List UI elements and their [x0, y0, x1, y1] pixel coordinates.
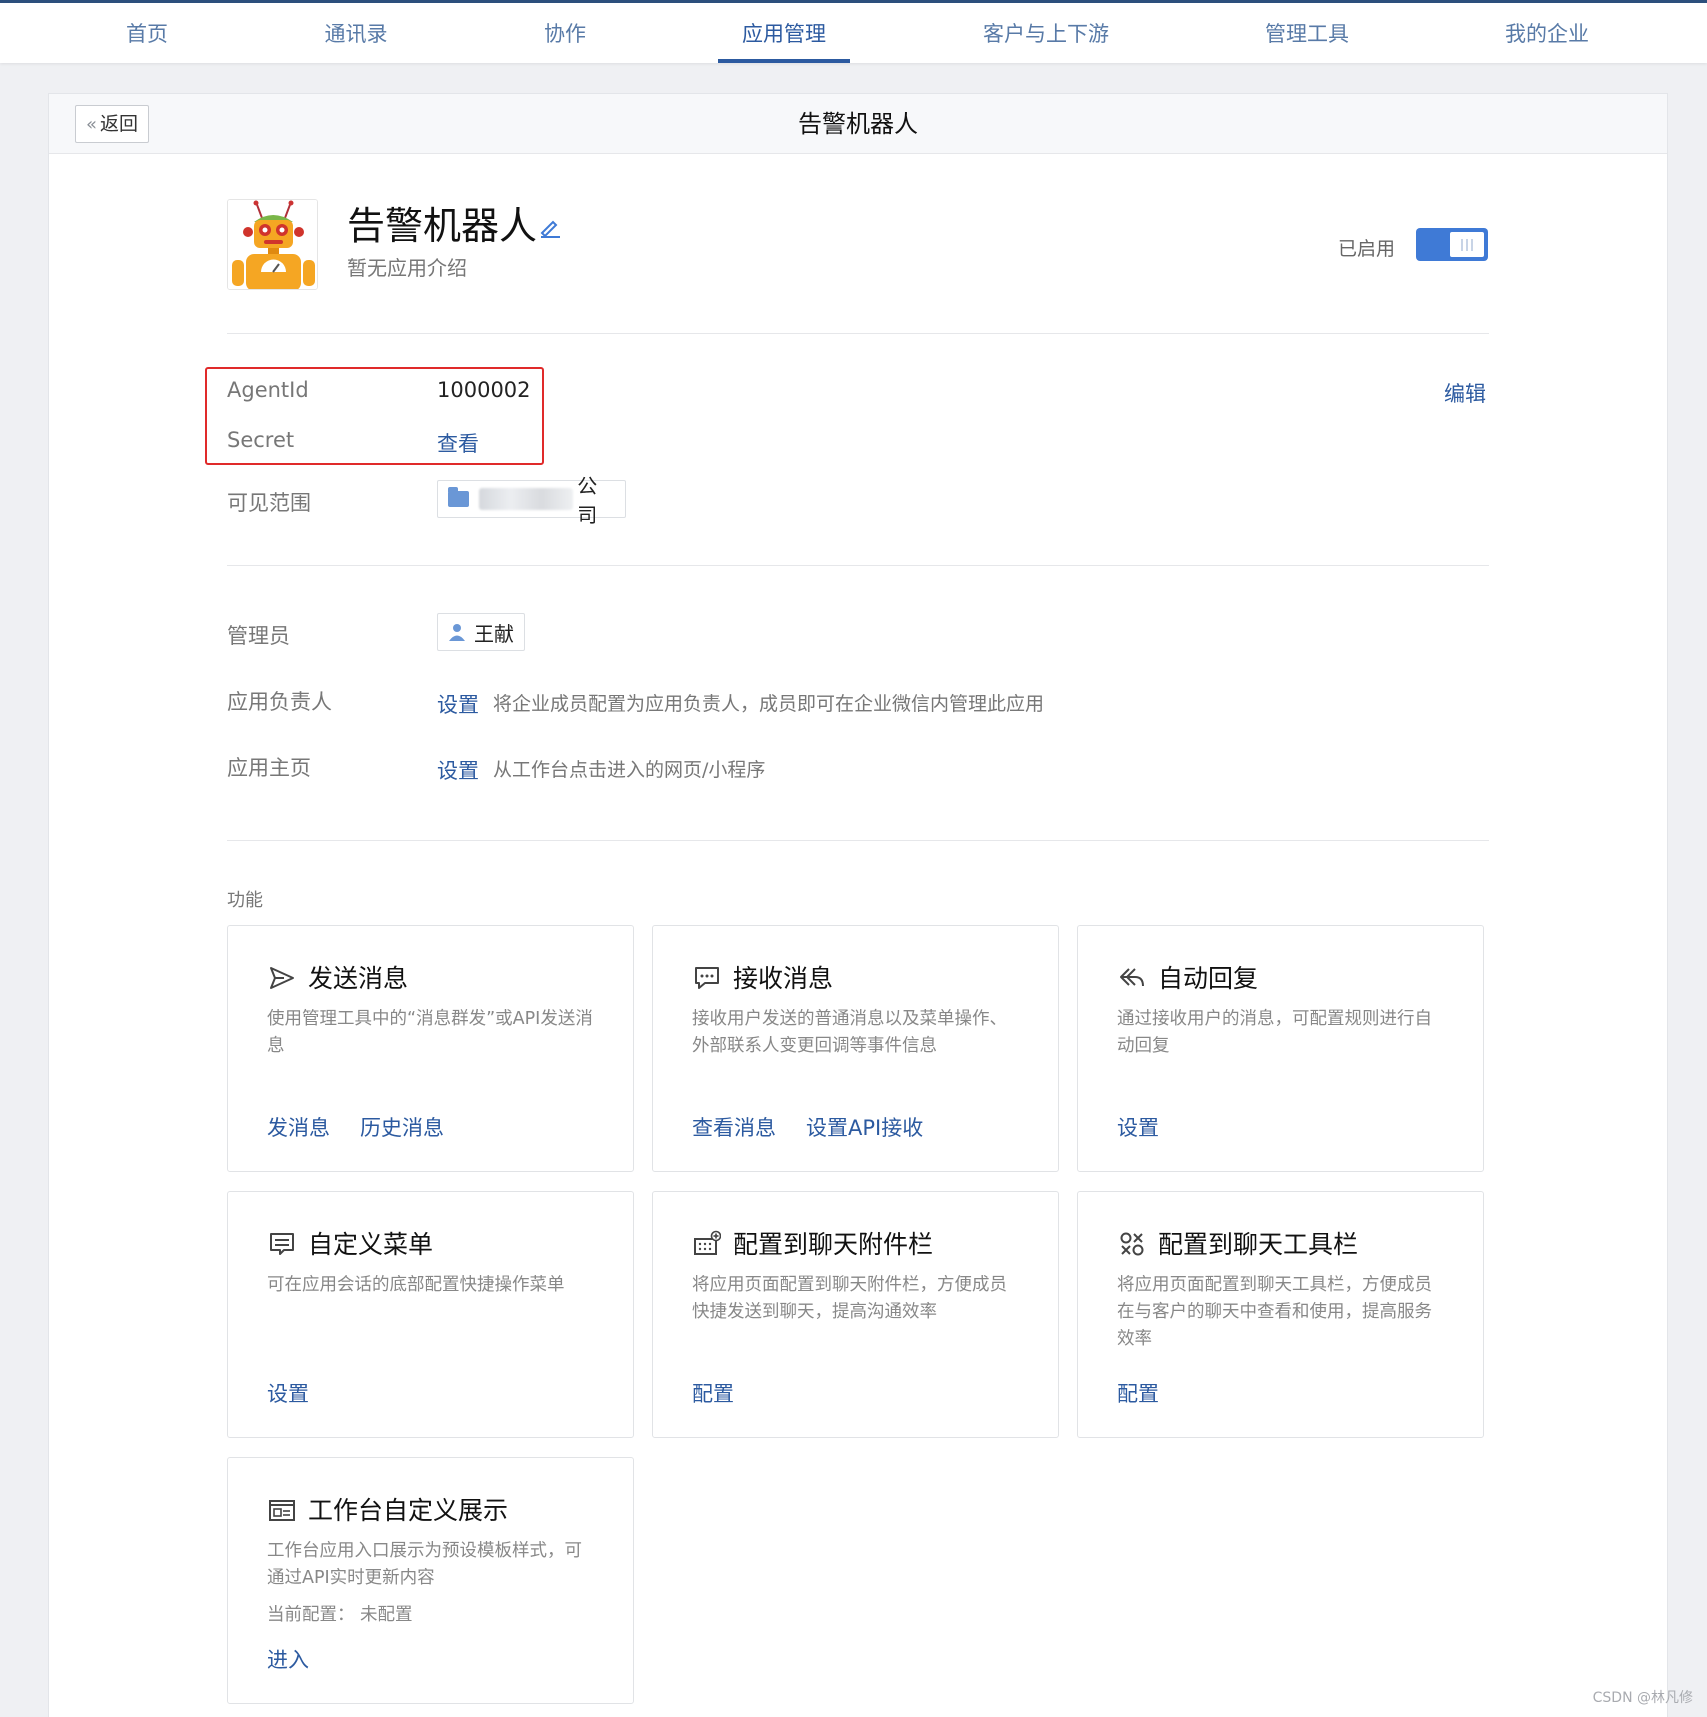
divider	[227, 840, 1489, 841]
menu-icon	[270, 1233, 294, 1255]
app-name: 告警机器人	[347, 204, 538, 248]
chat-attachment-config-link[interactable]: 配置	[692, 1378, 734, 1408]
toggle-knob	[1450, 232, 1484, 257]
card-description: 接收用户发送的普通消息以及菜单操作、外部联系人变更回调等事件信息	[692, 1009, 1007, 1056]
owner-set-link[interactable]: 设置	[437, 689, 479, 719]
divider	[227, 565, 1489, 566]
send-message-link[interactable]: 发消息	[267, 1112, 330, 1142]
card-description: 将应用页面配置到聊天附件栏，方便成员快捷发送到聊天，提高沟通效率	[692, 1275, 1007, 1322]
nav-item-customers[interactable]: 客户与上下游	[983, 3, 1109, 63]
back-button-label: 返回	[100, 113, 139, 135]
feature-card-workbench-display: 工作台自定义展示 工作台应用入口展示为预设模板样式，可通过API实时更新内容 当…	[227, 1457, 634, 1704]
redacted-text	[478, 488, 574, 510]
edit-link[interactable]: 编辑	[1444, 378, 1486, 408]
nav-item-home[interactable]: 首页	[126, 3, 168, 63]
app-description: 暂无应用介绍	[347, 256, 467, 280]
card-title: 工作台自定义展示	[308, 1496, 509, 1525]
feature-card-auto-reply: 自动回复 通过接收用户的消息，可配置规则进行自动回复 设置	[1077, 925, 1484, 1172]
nav-item-app-management[interactable]: 应用管理	[742, 3, 826, 63]
nav-item-my-enterprise[interactable]: 我的企业	[1505, 3, 1589, 63]
auto-reply-settings-link[interactable]: 设置	[1117, 1112, 1159, 1142]
scope-chip[interactable]: 公司	[437, 474, 626, 527]
feature-card-receive-message: 接收消息 接收用户发送的普通消息以及菜单操作、外部联系人变更回调等事件信息 查看…	[652, 925, 1059, 1172]
features-title: 功能	[227, 890, 263, 911]
chat-bubble-icon	[695, 967, 719, 989]
agentid-value: 1000002	[437, 378, 531, 402]
nav-active-indicator	[718, 59, 850, 63]
set-api-receive-link[interactable]: 设置API接收	[806, 1112, 923, 1142]
chat-toolbar-config-link[interactable]: 配置	[1117, 1378, 1159, 1408]
card-description: 工作台应用入口展示为预设模板样式，可通过API实时更新内容	[267, 1541, 582, 1588]
card-title: 发送消息	[308, 964, 409, 993]
card-title: 配置到聊天附件栏	[733, 1230, 934, 1259]
folder-icon	[448, 487, 469, 507]
current-config-status: 当前配置： 未配置	[267, 1605, 413, 1625]
page-title: 告警机器人	[798, 110, 918, 138]
admin-name: 王献	[474, 621, 514, 646]
scope-value: 公司	[577, 474, 598, 527]
enable-toggle[interactable]	[1416, 228, 1488, 261]
secret-label: Secret	[227, 428, 295, 452]
edit-pencil-icon[interactable]	[538, 214, 562, 238]
feature-card-custom-menu: 自定义菜单 可在应用会话的底部配置快捷操作菜单 设置	[227, 1191, 634, 1438]
divider	[227, 333, 1489, 334]
reply-icon	[1120, 968, 1144, 987]
scope-label: 可见范围	[227, 491, 311, 515]
card-description: 使用管理工具中的“消息群发”或API发送消息	[267, 1009, 593, 1056]
secret-view-link[interactable]: 查看	[437, 428, 479, 458]
card-title: 自定义菜单	[308, 1230, 434, 1259]
card-description: 通过接收用户的消息，可配置规则进行自动回复	[1117, 1009, 1432, 1056]
custom-menu-settings-link[interactable]: 设置	[267, 1378, 309, 1408]
card-description: 可在应用会话的底部配置快捷操作菜单	[267, 1275, 565, 1295]
card-title: 配置到聊天工具栏	[1158, 1230, 1359, 1259]
card-description: 将应用页面配置到聊天工具栏，方便成员在与客户的聊天中查看和使用，提高服务效率	[1117, 1275, 1432, 1349]
agentid-label: AgentId	[227, 378, 309, 402]
card-title: 自动回复	[1158, 964, 1259, 993]
admin-chip[interactable]: 王献	[437, 613, 525, 651]
owner-hint: 将企业成员配置为应用负责人，成员即可在企业微信内管理此应用	[493, 693, 1045, 715]
nav-item-management-tools[interactable]: 管理工具	[1265, 3, 1349, 63]
keyboard-plus-icon	[694, 1230, 721, 1255]
message-history-link[interactable]: 历史消息	[360, 1112, 444, 1142]
send-icon	[270, 967, 294, 989]
back-button[interactable]: «返回	[75, 105, 149, 143]
owner-label: 应用负责人	[227, 690, 332, 714]
card-title: 接收消息	[733, 964, 834, 993]
workbench-enter-link[interactable]: 进入	[267, 1644, 309, 1674]
robot-icon	[228, 200, 317, 289]
view-messages-link[interactable]: 查看消息	[692, 1112, 776, 1142]
double-chevron-left-icon: «	[85, 114, 97, 135]
feature-card-chat-toolbar: 配置到聊天工具栏 将应用页面配置到聊天工具栏，方便成员在与客户的聊天中查看和使用…	[1077, 1191, 1484, 1438]
nav-item-collaboration[interactable]: 协作	[544, 3, 586, 63]
nav-item-contacts[interactable]: 通讯录	[325, 3, 388, 63]
homepage-set-link[interactable]: 设置	[437, 755, 479, 785]
watermark: CSDN @林凡修	[1592, 1690, 1693, 1706]
admin-label: 管理员	[227, 624, 290, 648]
workbench-card-icon	[269, 1500, 295, 1521]
person-icon	[449, 624, 465, 641]
panel-header: 告警机器人 «返回	[49, 94, 1667, 154]
toolbar-icon	[1120, 1232, 1144, 1256]
top-nav: 首页 通讯录 协作 应用管理 客户与上下游 管理工具 我的企业	[0, 0, 1707, 63]
homepage-hint: 从工作台点击进入的网页/小程序	[493, 759, 766, 781]
feature-card-chat-attachment: 配置到聊天附件栏 将应用页面配置到聊天附件栏，方便成员快捷发送到聊天，提高沟通效…	[652, 1191, 1059, 1438]
app-avatar	[227, 199, 318, 290]
feature-card-send-message: 发送消息 使用管理工具中的“消息群发”或API发送消息 发消息 历史消息	[227, 925, 634, 1172]
homepage-label: 应用主页	[227, 756, 311, 780]
status-label: 已启用	[1338, 238, 1396, 260]
